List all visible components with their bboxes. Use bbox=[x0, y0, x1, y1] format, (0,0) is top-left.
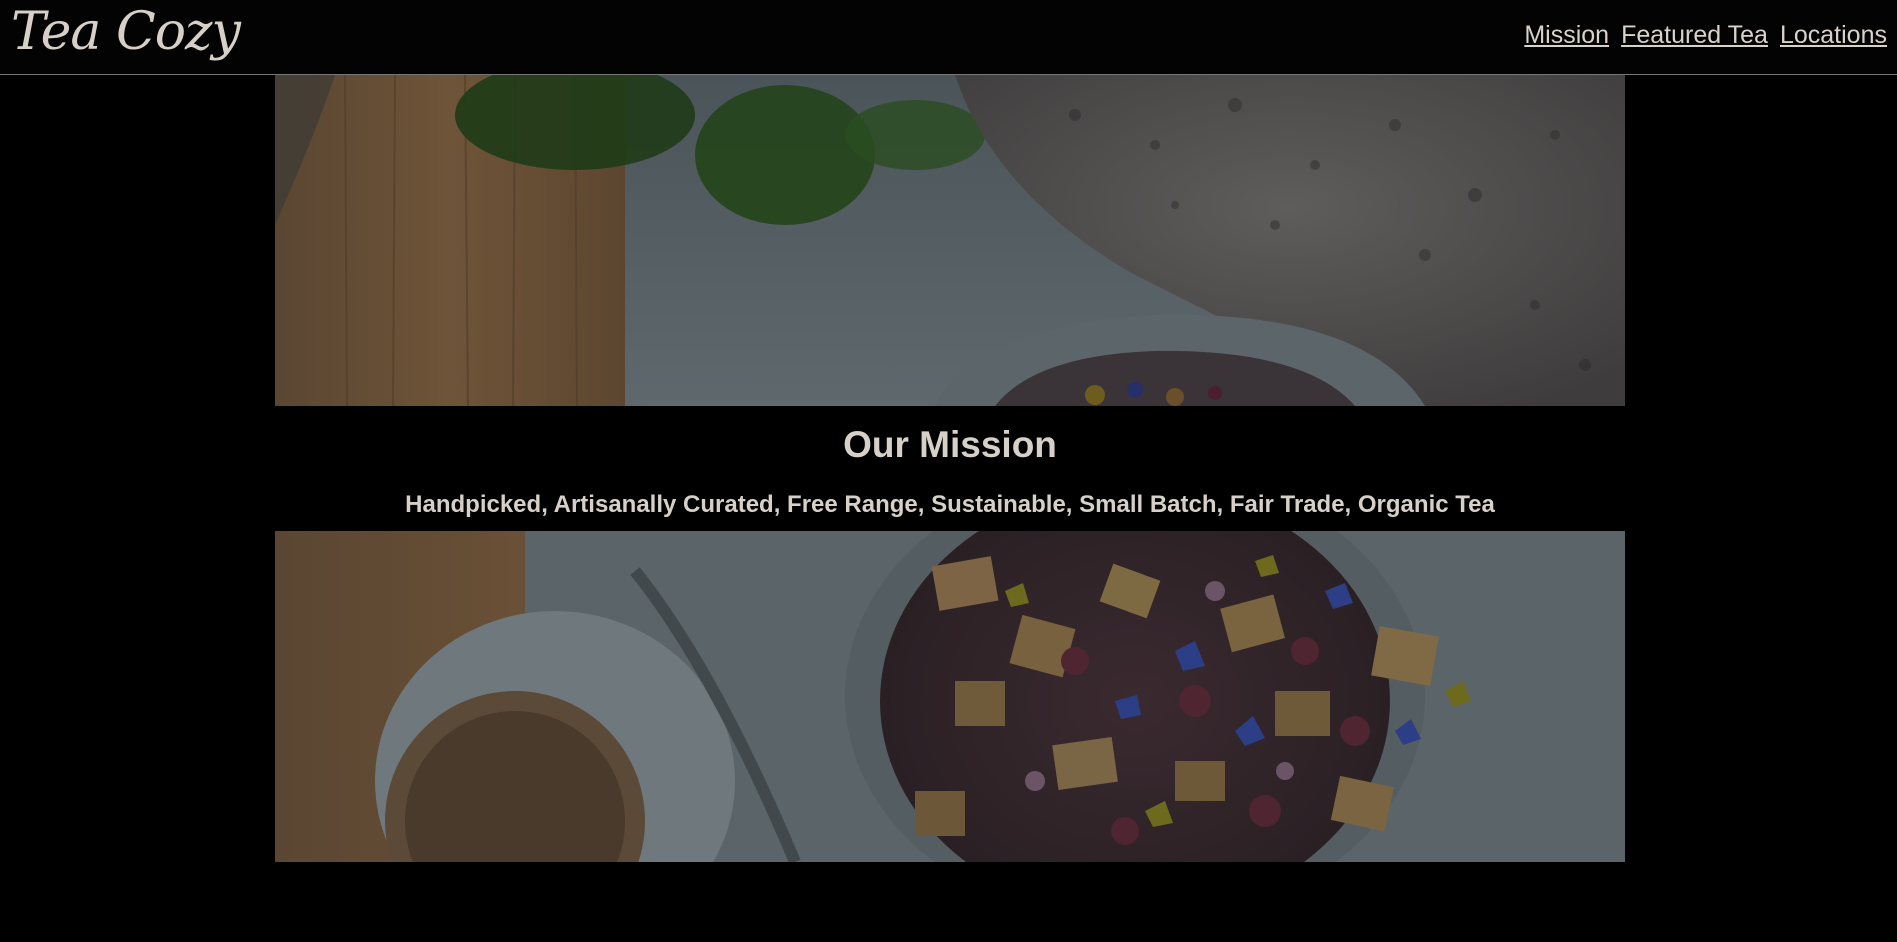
nav-link-mission[interactable]: Mission bbox=[1524, 20, 1609, 50]
site-header: Tea Cozy Mission Featured Tea Locations bbox=[0, 0, 1897, 75]
mission-subtitle: Handpicked, Artisanally Curated, Free Ra… bbox=[405, 491, 1495, 518]
logo[interactable]: Tea Cozy bbox=[11, 2, 241, 62]
hero-image-bottom bbox=[275, 531, 1625, 862]
hero-image-top bbox=[275, 75, 1625, 406]
nav-link-locations[interactable]: Locations bbox=[1780, 20, 1887, 50]
mission-title: Our Mission bbox=[843, 424, 1057, 465]
nav-link-featured-tea[interactable]: Featured Tea bbox=[1621, 20, 1768, 50]
main-nav: Mission Featured Tea Locations bbox=[1524, 20, 1887, 50]
tea-jar-image-bottom bbox=[275, 531, 1625, 862]
mission-section: Our Mission Handpicked, Artisanally Cura… bbox=[275, 406, 1625, 531]
tea-jar-image-top bbox=[275, 75, 1625, 406]
